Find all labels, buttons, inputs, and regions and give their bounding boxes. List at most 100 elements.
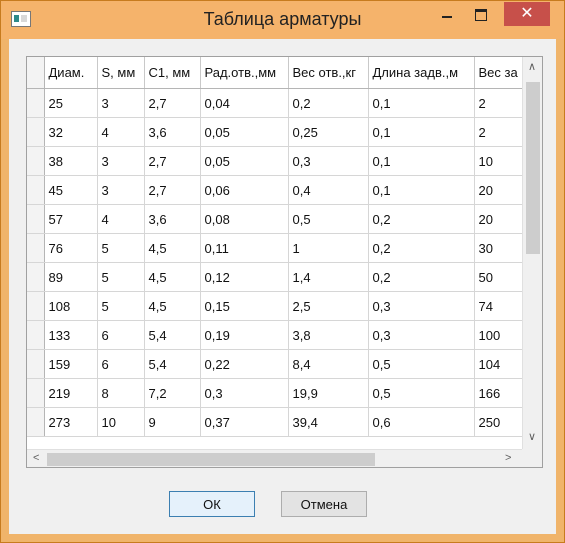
table-cell[interactable]: 8	[97, 378, 145, 408]
column-header[interactable]: Диам.	[44, 57, 98, 89]
table-cell[interactable]: 6	[97, 349, 145, 379]
table-cell[interactable]: 39,4	[288, 407, 369, 437]
table-cell[interactable]: 0,05	[200, 146, 289, 176]
table-cell[interactable]: 4,5	[144, 233, 201, 263]
row-header-cell[interactable]	[27, 204, 45, 234]
table-cell[interactable]: 108	[44, 291, 98, 321]
table-cell[interactable]: 9	[144, 407, 201, 437]
table-row[interactable]: 89 5 4,5 0,12 1,4 0,2 50	[27, 262, 535, 292]
table-cell[interactable]: 0,3	[200, 378, 289, 408]
data-grid[interactable]: Диам. S, мм C1, мм Рад.отв.,мм Вес отв.,кг Дл…	[26, 56, 543, 468]
table-cell[interactable]: 0,2	[368, 233, 475, 263]
row-header-cell[interactable]	[27, 407, 45, 437]
grid-corner-cell[interactable]	[27, 57, 45, 89]
vertical-scrollbar[interactable]: ∧ ∨	[522, 57, 542, 449]
table-cell[interactable]: 5	[97, 262, 145, 292]
table-cell[interactable]: 0,19	[200, 320, 289, 350]
table-cell[interactable]: 19,9	[288, 378, 369, 408]
column-header[interactable]: Длина задв.,м	[368, 57, 475, 89]
table-cell[interactable]: 2,7	[144, 88, 201, 118]
table-cell[interactable]: 0,5	[368, 349, 475, 379]
table-cell[interactable]: 2,7	[144, 175, 201, 205]
cancel-button[interactable]: Отмена	[281, 491, 367, 517]
table-cell[interactable]: 0,1	[368, 117, 475, 147]
scroll-down-icon[interactable]: ∨	[528, 432, 536, 443]
table-cell[interactable]: 0,12	[200, 262, 289, 292]
table-cell[interactable]: 5,4	[144, 349, 201, 379]
table-cell[interactable]: 8,4	[288, 349, 369, 379]
table-cell[interactable]: 0,5	[368, 378, 475, 408]
column-header[interactable]: Рад.отв.,мм	[200, 57, 289, 89]
table-cell[interactable]: 0,1	[368, 88, 475, 118]
table-cell[interactable]: 0,25	[288, 117, 369, 147]
table-cell[interactable]: 32	[44, 117, 98, 147]
table-cell[interactable]: 0,1	[368, 146, 475, 176]
table-cell[interactable]: 3,6	[144, 117, 201, 147]
table-cell[interactable]: 25	[44, 88, 98, 118]
table-row[interactable]: 45 3 2,7 0,06 0,4 0,1 20	[27, 175, 535, 205]
column-header[interactable]: S, мм	[97, 57, 145, 89]
maximize-button[interactable]	[467, 2, 497, 26]
ok-button[interactable]: ОК	[169, 491, 255, 517]
table-cell[interactable]: 1	[288, 233, 369, 263]
table-cell[interactable]: 38	[44, 146, 98, 176]
row-header-cell[interactable]	[27, 291, 45, 321]
table-cell[interactable]: 4,5	[144, 262, 201, 292]
horizontal-scroll-thumb[interactable]	[47, 453, 375, 466]
table-row[interactable]: 133 6 5,4 0,19 3,8 0,3 100	[27, 320, 535, 350]
row-header-cell[interactable]	[27, 320, 45, 350]
table-cell[interactable]: 89	[44, 262, 98, 292]
table-cell[interactable]: 2,7	[144, 146, 201, 176]
row-header-cell[interactable]	[27, 146, 45, 176]
table-cell[interactable]: 7,2	[144, 378, 201, 408]
table-cell[interactable]: 0,15	[200, 291, 289, 321]
title-bar[interactable]: Таблица арматуры ✕	[1, 1, 564, 39]
table-cell[interactable]: 0,3	[368, 320, 475, 350]
table-cell[interactable]: 1,4	[288, 262, 369, 292]
table-cell[interactable]: 0,05	[200, 117, 289, 147]
table-cell[interactable]: 0,2	[288, 88, 369, 118]
row-header-cell[interactable]	[27, 378, 45, 408]
table-cell[interactable]: 0,11	[200, 233, 289, 263]
row-header-cell[interactable]	[27, 175, 45, 205]
table-cell[interactable]: 2,5	[288, 291, 369, 321]
table-cell[interactable]: 4	[97, 117, 145, 147]
table-cell[interactable]: 10	[97, 407, 145, 437]
table-cell[interactable]: 5	[97, 291, 145, 321]
table-cell[interactable]: 159	[44, 349, 98, 379]
table-cell[interactable]: 45	[44, 175, 98, 205]
scroll-right-icon[interactable]: >	[505, 453, 511, 464]
column-header[interactable]: Вес отв.,кг	[288, 57, 369, 89]
table-cell[interactable]: 3,8	[288, 320, 369, 350]
table-row[interactable]: 38 3 2,7 0,05 0,3 0,1 10	[27, 146, 535, 176]
table-cell[interactable]: 133	[44, 320, 98, 350]
scroll-left-icon[interactable]: <	[33, 453, 39, 464]
table-cell[interactable]: 0,3	[288, 146, 369, 176]
row-header-cell[interactable]	[27, 262, 45, 292]
table-cell[interactable]: 3	[97, 146, 145, 176]
table-cell[interactable]: 0,37	[200, 407, 289, 437]
scroll-up-icon[interactable]: ∧	[528, 62, 536, 73]
table-cell[interactable]: 3,6	[144, 204, 201, 234]
row-header-cell[interactable]	[27, 88, 45, 118]
table-cell[interactable]: 0,3	[368, 291, 475, 321]
table-cell[interactable]: 0,22	[200, 349, 289, 379]
row-header-cell[interactable]	[27, 349, 45, 379]
table-cell[interactable]: 273	[44, 407, 98, 437]
table-cell[interactable]: 4,5	[144, 291, 201, 321]
table-cell[interactable]: 0,5	[288, 204, 369, 234]
table-cell[interactable]: 3	[97, 175, 145, 205]
table-cell[interactable]: 5	[97, 233, 145, 263]
table-row[interactable]: 32 4 3,6 0,05 0,25 0,1 2	[27, 117, 535, 147]
table-row[interactable]: 108 5 4,5 0,15 2,5 0,3 74	[27, 291, 535, 321]
table-cell[interactable]: 57	[44, 204, 98, 234]
table-row[interactable]: 57 4 3,6 0,08 0,5 0,2 20	[27, 204, 535, 234]
row-header-cell[interactable]	[27, 117, 45, 147]
table-cell[interactable]: 0,04	[200, 88, 289, 118]
table-cell[interactable]: 0,08	[200, 204, 289, 234]
table-cell[interactable]: 219	[44, 378, 98, 408]
table-row[interactable]: 219 8 7,2 0,3 19,9 0,5 166	[27, 378, 535, 408]
vertical-scroll-thumb[interactable]	[526, 82, 540, 254]
table-cell[interactable]: 0,2	[368, 262, 475, 292]
table-row[interactable]: 273 10 9 0,37 39,4 0,6 250	[27, 407, 535, 437]
